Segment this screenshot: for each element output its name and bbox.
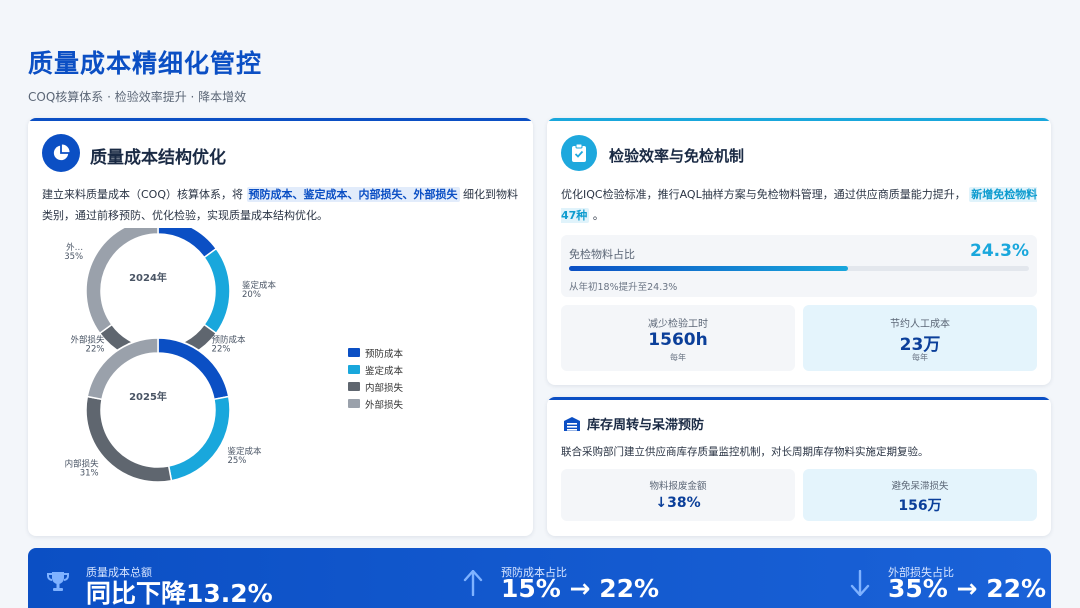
legend-label: 外部损失: [365, 399, 404, 411]
legend-swatch: [348, 382, 360, 391]
card-title: 检验效率与免检机制: [609, 147, 745, 165]
chart-legend: 预防成本鉴定成本内部损失外部损失: [348, 344, 403, 412]
stat-label: 物料报废金额: [649, 481, 707, 492]
stat-label: 减少检验工时: [648, 319, 708, 330]
donut-slice-label: 鉴定成本 25%: [227, 446, 262, 466]
card-accent-bar: [28, 118, 533, 121]
legend-label: 内部损失: [365, 382, 404, 394]
stat-value: 156万: [898, 498, 942, 514]
stat-sub: 每年: [670, 353, 686, 362]
card-description: 优化IQC检验标准，推行AQL抽样方案与免检物料管理，通过供应商质量能力提升， …: [561, 184, 1041, 226]
arrow-down-icon: [850, 570, 870, 596]
legend-item: 预防成本: [348, 344, 403, 361]
donut-slice-1-2: [203, 247, 231, 335]
donut-year-label: 2024年: [129, 271, 167, 284]
stat-scrap-amount: 物料报废金额 ↓38%: [561, 469, 795, 521]
donut-slice-label: 内部损失 31%: [65, 458, 100, 478]
donut-slice-label: 预防成本 22%: [212, 334, 247, 354]
legend-item: 外部损失: [348, 395, 403, 412]
exempt-ratio-progress: 免检物料占比 24.3% 从年初18%提升至24.3%: [561, 235, 1037, 297]
legend-item: 内部损失: [348, 378, 403, 395]
summary-value: 35% → 22%: [888, 574, 1047, 603]
card-title: 质量成本结构优化: [90, 148, 226, 168]
donut-slice-1-1: [157, 228, 218, 259]
cost-structure-donut-chart: 预防成本15%鉴定成本20%内部损失30%外…35%2024年预防成本22%鉴定…: [64, 228, 277, 483]
donut-year-label: 2025年: [129, 390, 167, 403]
stat-reduced-hours: 减少检验工时 1560h 每年: [561, 305, 795, 371]
card-title: 库存周转与呆滞预防: [587, 418, 705, 433]
desc-text: 优化IQC检验标准，推行AQL抽样方案与免检物料管理，通过供应商质量能力提升，: [561, 188, 966, 201]
legend-swatch: [348, 399, 360, 408]
arrow-up-icon: [463, 570, 483, 596]
donut-slice-label: 外… 35%: [64, 242, 83, 262]
stat-avoided-loss: 避免呆滞损失 156万: [803, 469, 1037, 521]
progress-note: 从年初18%提升至24.3%: [569, 282, 678, 293]
page-subtitle: COQ核算体系 · 检验效率提升 · 降本增效: [28, 90, 247, 104]
page-title: 质量成本精细化管控: [28, 49, 263, 78]
card-accent-bar: [547, 397, 1051, 400]
legend-label: 预防成本: [365, 348, 404, 360]
legend-swatch: [348, 348, 360, 357]
stat-value: 1560h: [648, 330, 708, 350]
progress-fill: [569, 266, 849, 271]
summary-value: 同比下降13.2%: [86, 579, 273, 608]
summary-value: 15% → 22%: [501, 574, 660, 603]
pie-chart-icon: [42, 134, 80, 172]
summary-banner: 质量成本总额 同比下降13.2% 预防成本占比 15% → 22% 外部损失占比…: [28, 548, 1051, 608]
progress-track: [569, 266, 1029, 271]
legend-item: 鉴定成本: [348, 361, 403, 378]
stat-label: 节约人工成本: [890, 319, 950, 330]
stat-label: 避免呆滞损失: [891, 481, 949, 492]
legend-label: 鉴定成本: [365, 365, 404, 377]
progress-label: 免检物料占比: [569, 248, 635, 261]
warehouse-icon: [564, 417, 580, 431]
stat-value: ↓38%: [655, 495, 701, 511]
desc-highlight: 预防成本、鉴定成本、内部损失、外部损失: [246, 187, 460, 202]
clipboard-check-icon: [561, 135, 597, 171]
inspection-efficiency-card: 检验效率与免检机制 优化IQC检验标准，推行AQL抽样方案与免检物料管理，通过供…: [547, 118, 1051, 385]
desc-text: 。: [592, 209, 604, 222]
desc-text: 建立来料质量成本（COQ）核算体系，将: [42, 188, 243, 201]
legend-swatch: [348, 365, 360, 374]
progress-value: 24.3%: [970, 241, 1029, 261]
trophy-icon: [47, 572, 69, 591]
donut-slice-label: 外部损失 22%: [70, 334, 105, 354]
quality-cost-structure-card: 质量成本结构优化 建立来料质量成本（COQ）核算体系，将 预防成本、鉴定成本、内…: [28, 118, 533, 536]
inventory-turnover-card: 库存周转与呆滞预防 联合采购部门建立供应商库存质量监控机制，对长周期库存物料实施…: [547, 397, 1051, 536]
stat-labor-savings: 节约人工成本 23万 每年: [803, 305, 1037, 371]
donut-slice-label: 鉴定成本 20%: [242, 280, 277, 300]
card-accent-bar: [547, 118, 1051, 121]
card-description: 建立来料质量成本（COQ）核算体系，将 预防成本、鉴定成本、内部损失、外部损失 …: [42, 184, 520, 226]
stat-sub: 每年: [912, 353, 928, 362]
card-description: 联合采购部门建立供应商库存质量监控机制，对长周期库存物料实施定期复验。: [561, 446, 929, 458]
